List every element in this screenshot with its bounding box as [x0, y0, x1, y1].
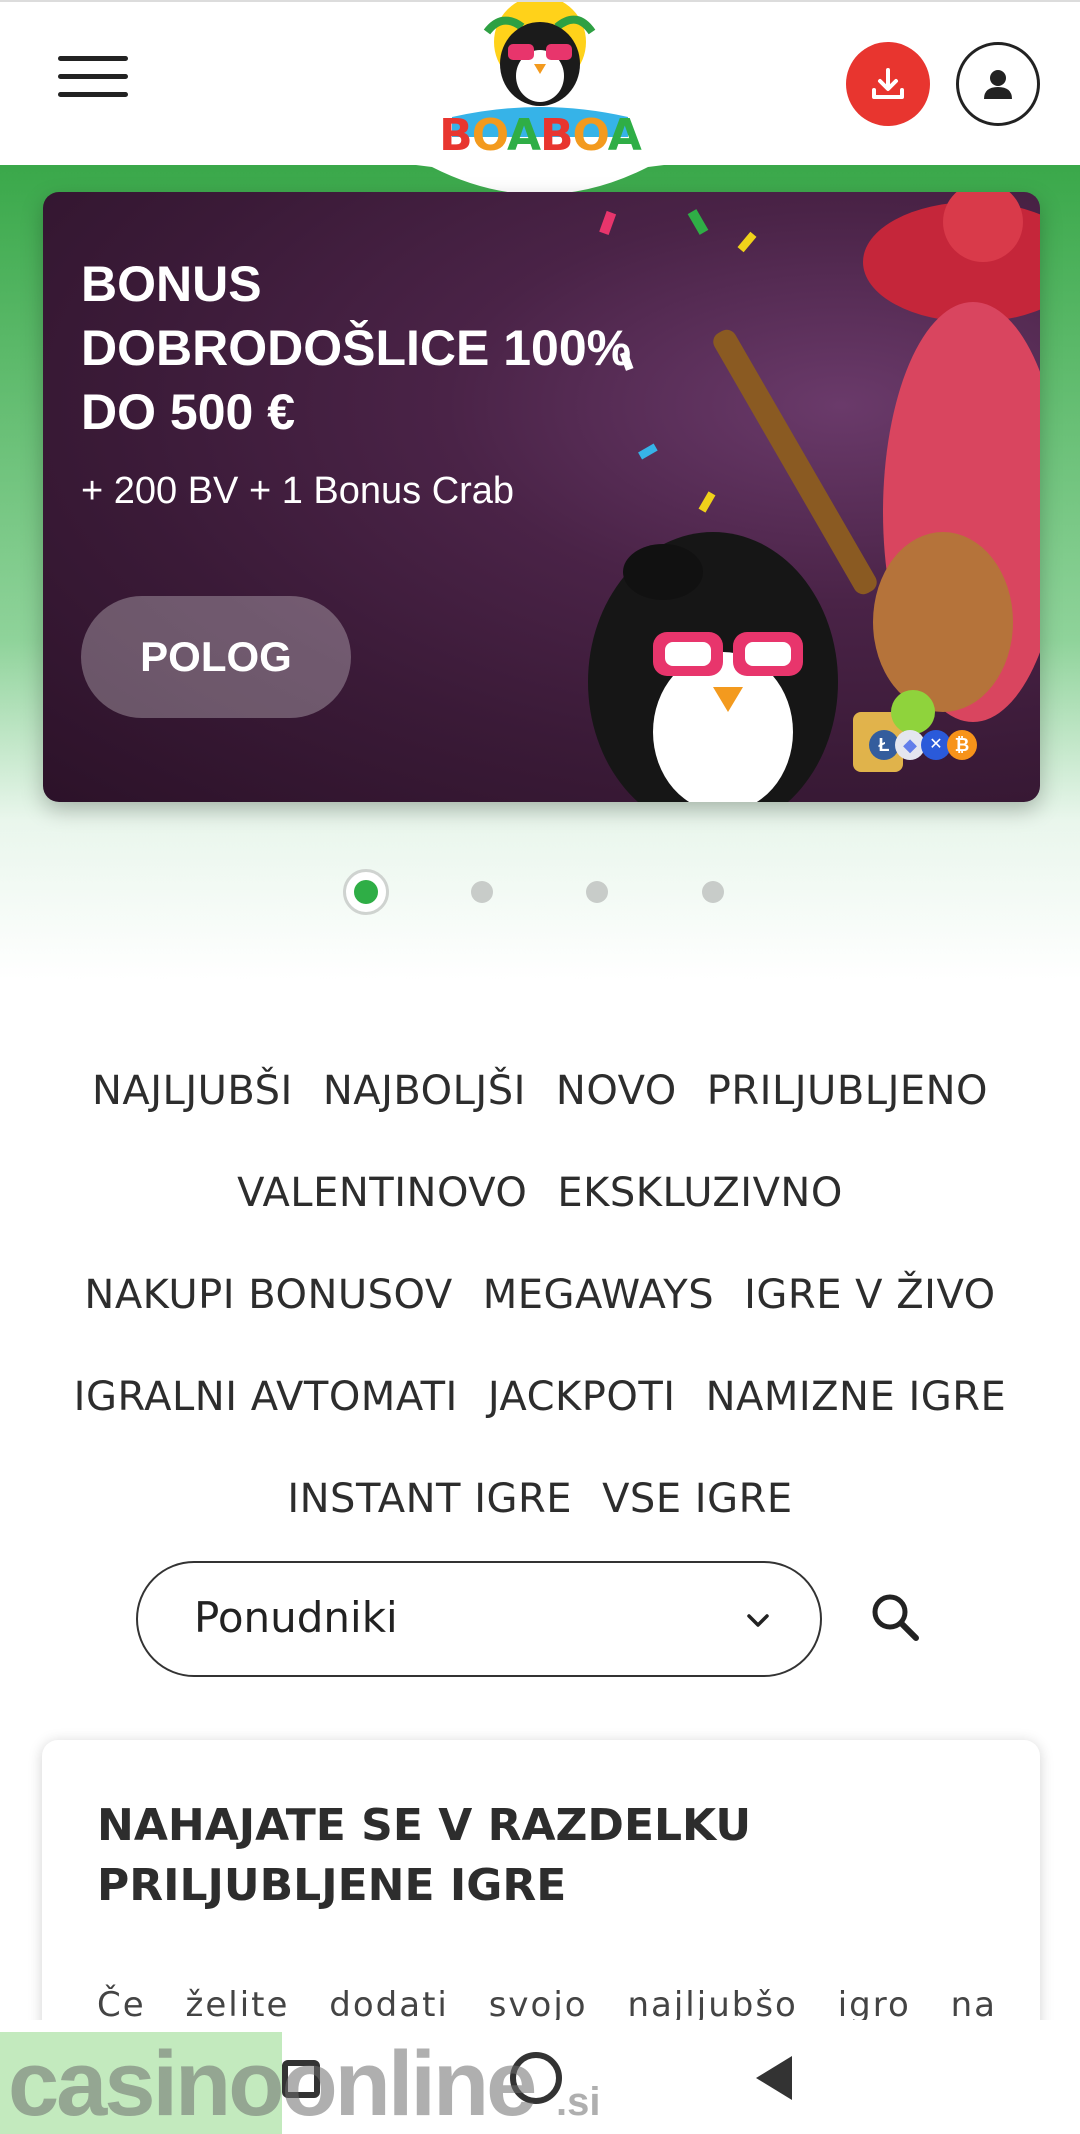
banner-illustration	[588, 192, 1040, 802]
category-priljubljeno[interactable]: PRILJUBLJENO	[707, 1068, 988, 1114]
carousel-dot-4[interactable]	[702, 881, 724, 903]
carousel-pagination	[0, 865, 1080, 915]
download-app-button[interactable]	[846, 42, 930, 126]
user-icon	[984, 70, 1012, 99]
category-najljubsi[interactable]: NAJLJUBŠI	[92, 1068, 293, 1114]
category-instant-igre[interactable]: INSTANT IGRE	[287, 1476, 572, 1522]
back-icon[interactable]	[752, 2052, 798, 2104]
deposit-button[interactable]: POLOG	[81, 596, 351, 718]
watermark: casinoonline .si	[0, 2032, 620, 2134]
category-igralni-avtomati[interactable]: IGRALNI AVTOMATI	[74, 1374, 458, 1420]
promo-banner[interactable]: BONUS DOBRODOŠLICE 100% DO 500 € + 200 B…	[43, 192, 1040, 802]
category-valentinovo[interactable]: VALENTINOVO	[237, 1170, 527, 1216]
category-nakupi-bonusov[interactable]: NAKUPI BONUSOV	[84, 1272, 452, 1318]
hamburger-menu-icon[interactable]	[58, 54, 132, 102]
top-header: BOABOA	[0, 0, 1080, 195]
provider-dropdown[interactable]: Ponudniki	[136, 1561, 822, 1677]
brand-logo[interactable]: BOABOA	[392, 0, 688, 202]
category-row: NAKUPI BONUSOV MEGAWAYS IGRE V ŽIVO	[40, 1244, 1040, 1346]
category-namizne-igre[interactable]: NAMIZNE IGRE	[706, 1374, 1007, 1420]
category-igre-v-zivo[interactable]: IGRE V ŽIVO	[744, 1272, 996, 1318]
category-row: INSTANT IGRE VSE IGRE	[40, 1448, 1040, 1550]
carousel-dot-1[interactable]	[343, 869, 389, 915]
category-vse-igre[interactable]: VSE IGRE	[602, 1476, 793, 1522]
watermark-suffix: .si	[556, 2080, 601, 2124]
section-info-title: NAHAJATE SE V RAZDELKU PRILJUBLJENE IGRE	[97, 1800, 752, 1911]
search-icon[interactable]	[868, 1590, 924, 1646]
category-najboljsi[interactable]: NAJBOLJŠI	[323, 1068, 526, 1114]
category-row: IGRALNI AVTOMATI JACKPOTI NAMIZNE IGRE	[40, 1346, 1040, 1448]
category-novo[interactable]: NOVO	[556, 1068, 677, 1114]
bitcoin-icon: ₿	[947, 730, 977, 760]
chevron-down-icon	[747, 1614, 769, 1627]
banner-subtitle: + 200 BV + 1 Bonus Crab	[81, 470, 515, 512]
category-row: VALENTINOVO EKSKLUZIVNO	[40, 1142, 1040, 1244]
logo-text: BOABOA	[439, 110, 642, 161]
crypto-badges: Ł ◆ ✕ ₿	[869, 730, 977, 760]
category-row: NAJLJUBŠI NAJBOLJŠI NOVO PRILJUBLJENO	[40, 1040, 1040, 1142]
account-button[interactable]	[956, 42, 1040, 126]
provider-dropdown-label: Ponudniki	[194, 1593, 398, 1642]
watermark-text: casinoonline	[8, 2033, 537, 2134]
category-megaways[interactable]: MEGAWAYS	[483, 1272, 714, 1318]
download-icon	[872, 68, 904, 99]
category-jackpoti[interactable]: JACKPOTI	[488, 1374, 676, 1420]
logo-badge-shape	[392, 0, 688, 195]
carousel-dot-3[interactable]	[586, 881, 608, 903]
category-ekskluzivno[interactable]: EKSKLUZIVNO	[557, 1170, 842, 1216]
game-category-nav: NAJLJUBŠI NAJBOLJŠI NOVO PRILJUBLJENO VA…	[40, 1040, 1040, 1550]
carousel-dot-2[interactable]	[471, 881, 493, 903]
